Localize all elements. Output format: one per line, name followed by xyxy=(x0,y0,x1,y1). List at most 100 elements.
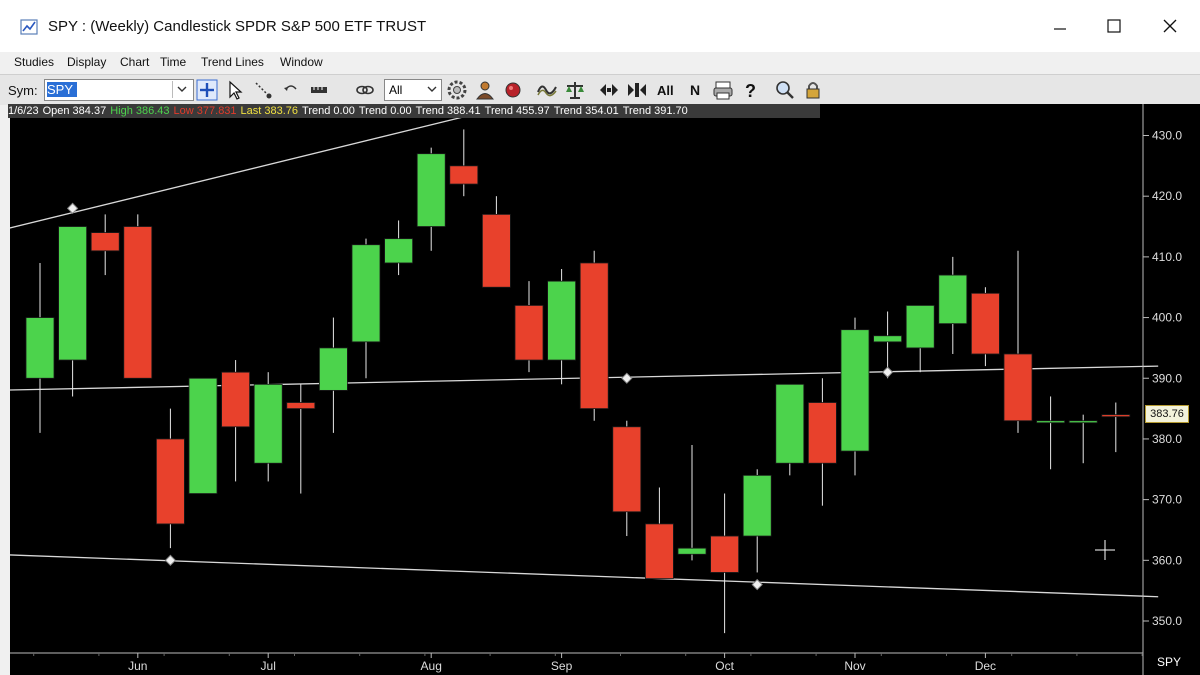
print-icon[interactable] xyxy=(712,79,734,101)
all-button-text: All xyxy=(657,83,674,98)
toolbar: Sym: All All N ? xyxy=(0,74,1200,105)
candle-up xyxy=(253,383,283,464)
menu-display[interactable]: Display xyxy=(67,55,106,69)
record-icon[interactable] xyxy=(502,79,524,101)
price-tick-label: 380.0 xyxy=(1152,432,1182,446)
maximize-icon[interactable] xyxy=(1094,10,1134,42)
symbol-tag: SPY xyxy=(1157,655,1182,669)
info-trend-1: Trend 0.00 xyxy=(302,105,355,117)
info-date: 1/6/23 xyxy=(8,105,39,117)
candle-down xyxy=(971,292,1000,355)
window-title: SPY : (Weekly) Candlestick SPDR S&P 500 … xyxy=(48,18,427,35)
price-tick-label: 370.0 xyxy=(1152,493,1182,507)
candle-down xyxy=(514,305,544,361)
candle-up xyxy=(384,238,414,264)
price-tick-label: 360.0 xyxy=(1152,553,1182,567)
candle-down xyxy=(808,402,837,464)
month-tick-label: Nov xyxy=(844,659,865,673)
person-icon[interactable] xyxy=(474,79,496,101)
candle-down xyxy=(90,232,120,252)
candle-down xyxy=(1101,414,1131,418)
candle-up xyxy=(938,274,968,325)
candle-up xyxy=(840,329,870,452)
candle-down xyxy=(155,438,185,525)
candle-up xyxy=(25,317,55,379)
help-icon[interactable]: ? xyxy=(740,79,762,101)
n-button-text: N xyxy=(690,82,700,98)
candle-up xyxy=(1036,420,1065,424)
symbol-label: Sym: xyxy=(8,83,38,98)
price-tick-label: 390.0 xyxy=(1152,371,1182,385)
symbol-combobox[interactable] xyxy=(44,79,194,101)
range-select[interactable]: All xyxy=(384,79,442,101)
price-tick-label: 410.0 xyxy=(1152,250,1182,264)
info-trend-4: Trend 455.97 xyxy=(484,105,550,117)
candle-up xyxy=(58,226,87,361)
month-tick-label: Aug xyxy=(421,659,442,673)
menu-bar: Studies Display Chart Time Trend Lines W… xyxy=(0,52,1200,74)
menu-studies[interactable]: Studies xyxy=(14,55,54,69)
candle-down xyxy=(449,165,479,185)
gear-icon[interactable] xyxy=(446,79,468,101)
info-trend-5: Trend 354.01 xyxy=(553,105,619,117)
wave-icon[interactable] xyxy=(536,79,558,101)
zoom-in-icon[interactable] xyxy=(598,79,620,101)
measure-icon[interactable] xyxy=(308,79,330,101)
price-chart[interactable]: 430.0 420.0 410.0 400.0 390.0 380.0 370.0 360.0… xyxy=(10,104,1200,675)
candle-down xyxy=(645,523,674,579)
undo-draw-icon[interactable] xyxy=(280,79,302,101)
search-icon[interactable] xyxy=(774,79,796,101)
candle-up xyxy=(742,474,772,537)
add-icon[interactable] xyxy=(196,79,218,101)
candle-down xyxy=(1003,353,1033,422)
menu-trend-lines[interactable]: Trend Lines xyxy=(201,55,264,69)
candle-down xyxy=(579,262,609,409)
info-last: Last 383.76 xyxy=(240,105,299,117)
ohlc-info-bar: 1/6/23 Open 384.37 High 386.43 Low 377.831 L… xyxy=(8,104,820,118)
candle-down xyxy=(710,535,739,573)
info-trend-6: Trend 391.70 xyxy=(622,105,688,117)
candle-up xyxy=(318,347,348,391)
candle-up xyxy=(416,153,446,227)
zoom-out-icon[interactable] xyxy=(626,79,648,101)
candle-up xyxy=(1068,420,1098,424)
candle-up xyxy=(188,377,218,494)
month-tick-label: Dec xyxy=(975,659,996,673)
application-window: SPY : (Weekly) Candlestick SPDR S&P 500 … xyxy=(0,0,1200,675)
title-bar: SPY : (Weekly) Candlestick SPDR S&P 500 … xyxy=(0,0,1200,52)
candle-up xyxy=(351,244,381,343)
last-price-badge: 383.76 xyxy=(1145,405,1189,423)
candle-up xyxy=(873,335,902,343)
n-text-icon[interactable]: N xyxy=(686,79,708,101)
month-tick-label: Jul xyxy=(261,659,276,673)
range-select-value: All xyxy=(389,83,403,97)
candle-down xyxy=(286,402,316,409)
pointer-icon[interactable] xyxy=(224,79,246,101)
balance-icon[interactable] xyxy=(564,79,586,101)
candle-down xyxy=(612,426,642,513)
menu-time[interactable]: Time xyxy=(160,55,186,69)
symbol-input[interactable] xyxy=(47,81,165,97)
menu-window[interactable]: Window xyxy=(280,55,323,69)
candle-down xyxy=(221,371,251,428)
price-tick-label: 430.0 xyxy=(1152,129,1182,143)
candle-up xyxy=(775,383,805,464)
price-tick-label: 350.0 xyxy=(1152,614,1182,628)
candle-down xyxy=(481,213,511,288)
minimize-icon[interactable] xyxy=(1040,10,1080,42)
price-tick-label: 420.0 xyxy=(1152,189,1182,203)
lock-icon[interactable] xyxy=(802,79,824,101)
month-tick-label: Sep xyxy=(551,659,573,673)
draw-icon[interactable] xyxy=(252,79,274,101)
link-icon[interactable] xyxy=(354,79,376,101)
menu-chart[interactable]: Chart xyxy=(120,55,149,69)
all-text-icon[interactable]: All xyxy=(656,79,682,101)
info-trend-3: Trend 388.41 xyxy=(415,105,481,117)
close-icon[interactable] xyxy=(1150,10,1190,42)
chevron-down-icon[interactable] xyxy=(172,81,191,98)
svg-text:?: ? xyxy=(745,81,756,101)
app-logo-icon xyxy=(20,19,38,35)
chevron-down-icon[interactable] xyxy=(425,81,439,98)
month-tick-label: Jun xyxy=(128,659,147,673)
info-trend-2: Trend 0.00 xyxy=(358,105,412,117)
